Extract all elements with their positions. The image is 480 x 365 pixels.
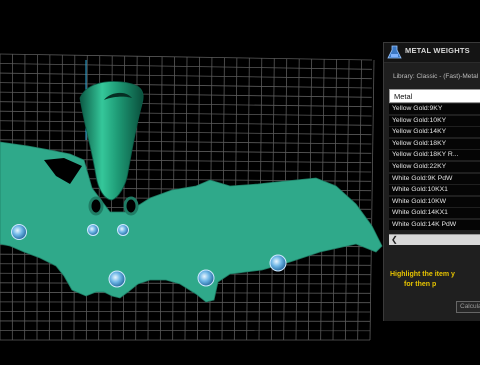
grid-line (0, 121, 372, 126)
instruction-line: for then p (390, 280, 480, 290)
metal-list-item[interactable]: Yellow Gold:18KY R... (389, 150, 480, 160)
chevron-left-icon[interactable]: ❮ (391, 235, 398, 245)
gem-stone (109, 271, 125, 287)
grid-line (0, 140, 371, 144)
metal-list-item[interactable]: Yellow Gold:22KY (389, 162, 480, 172)
metal-weights-panel: METAL WEIGHTS Library: Classic - (Fast)-… (383, 42, 480, 321)
panel-header[interactable]: METAL WEIGHTS (384, 43, 480, 63)
instruction-text: Highlight the item y for then p (390, 270, 480, 290)
metal-list-item[interactable]: White Gold:14K PdW (389, 220, 480, 230)
metal-column-header-label: Metal (394, 92, 412, 101)
metal-list-item[interactable]: Yellow Gold:9KY (389, 104, 480, 114)
grid-line (0, 102, 372, 107)
calculate-button[interactable]: Calcula (456, 301, 480, 313)
grid-line (0, 92, 372, 97)
metal-list-item[interactable]: White Gold:14KX1 (389, 208, 480, 218)
instruction-line: Highlight the item y (390, 270, 480, 280)
metal-list-item[interactable]: Yellow Gold:10KY (389, 116, 480, 126)
bat-pendant-model[interactable] (0, 82, 382, 302)
horizontal-scrollbar[interactable]: ❮ (389, 234, 480, 245)
grid-line (0, 64, 372, 70)
gem-stone (270, 255, 286, 271)
grid-line (0, 83, 372, 88)
grid-line (0, 54, 372, 60)
grid-line (0, 73, 372, 79)
library-label: Library: Classic - (Fast)-Metal (393, 73, 478, 80)
gem-stone (12, 225, 27, 240)
gem-stone (118, 225, 129, 236)
flask-icon (387, 45, 402, 60)
grid-line (0, 130, 371, 134)
metal-list-item[interactable]: White Gold:10KX1 (389, 185, 480, 195)
gem-stone (88, 225, 99, 236)
metal-list: Yellow Gold:9KY Yellow Gold:10KY Yellow … (389, 104, 480, 232)
gem-stone (198, 270, 214, 286)
metal-column-header[interactable]: Metal (389, 89, 480, 103)
metal-list-item[interactable]: Yellow Gold:18KY (389, 139, 480, 149)
bat-ear-right (125, 198, 137, 214)
metal-list-item[interactable]: White Gold:10KW (389, 197, 480, 207)
metal-list-item[interactable]: Yellow Gold:14KY (389, 127, 480, 137)
bat-ear-left (90, 198, 102, 214)
panel-title: METAL WEIGHTS (405, 46, 470, 55)
metal-list-item[interactable]: White Gold:9K PdW (389, 174, 480, 184)
grid-line (0, 111, 372, 116)
